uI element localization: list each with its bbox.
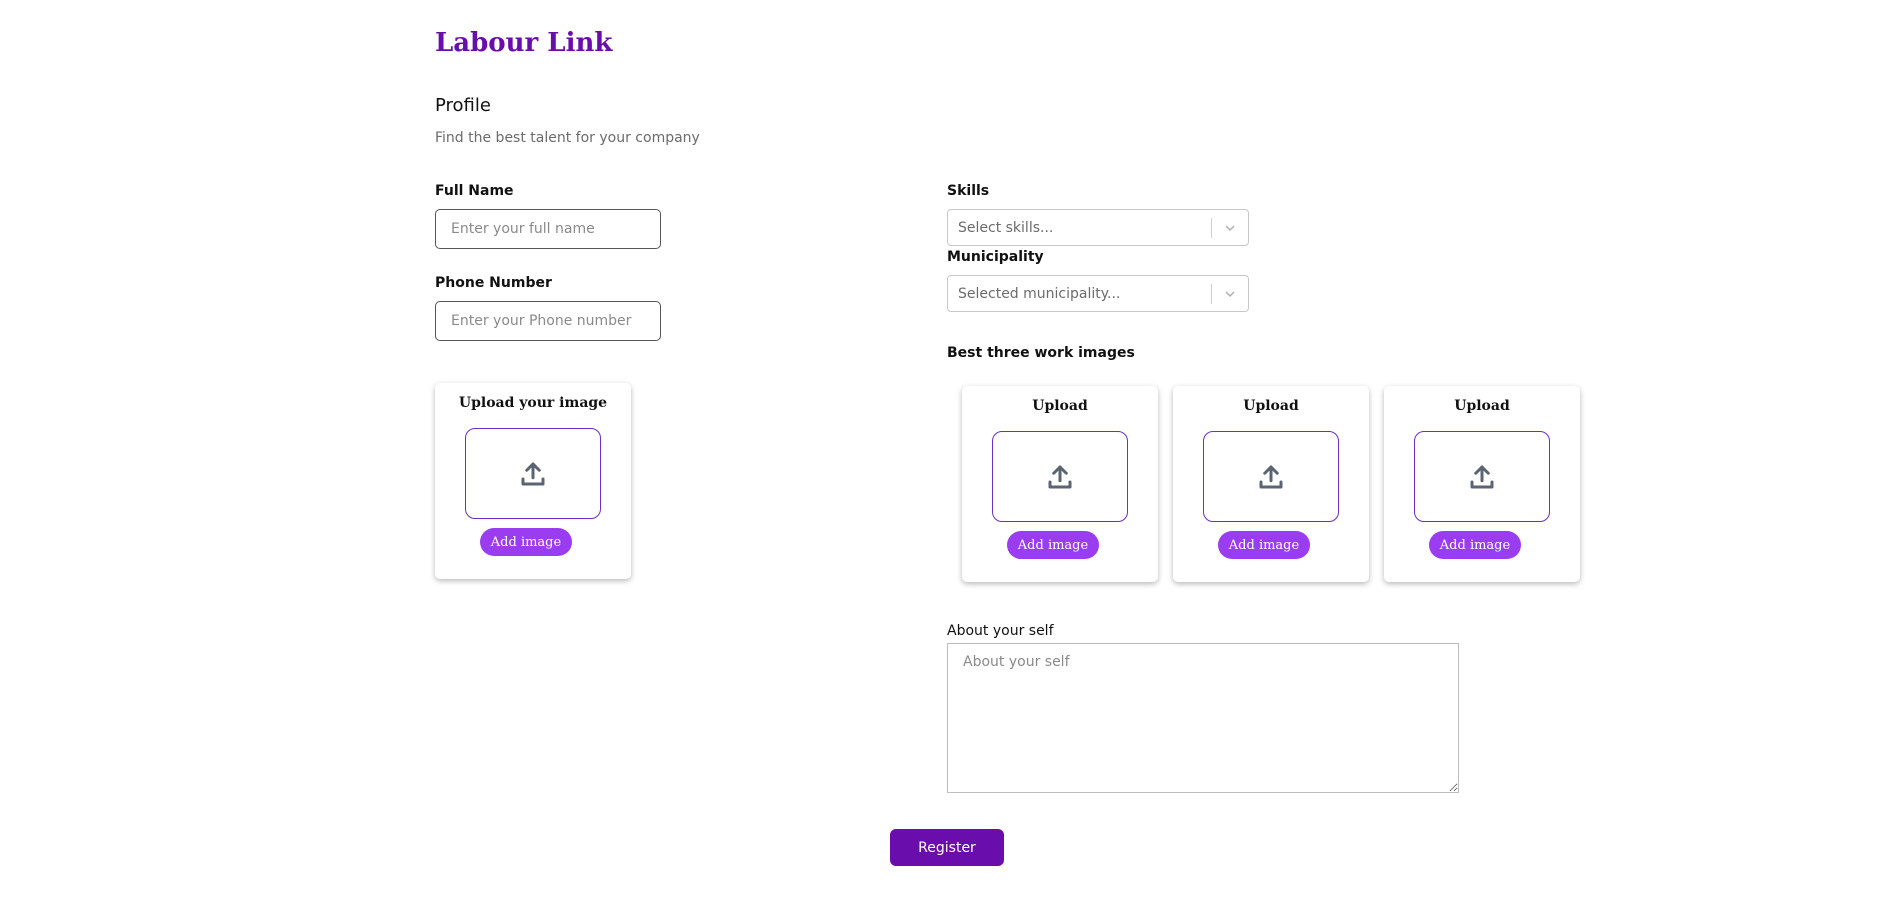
chevron-down-icon[interactable]	[1212, 210, 1248, 245]
profile-add-image-button[interactable]: Add image	[480, 528, 572, 556]
skills-select[interactable]: Select skills...	[947, 209, 1249, 246]
work-image-card: Upload Add image	[962, 386, 1158, 582]
profile-image-card: Upload your image Add image	[435, 383, 631, 579]
upload-icon	[521, 462, 545, 485]
chevron-down-icon[interactable]	[1212, 276, 1248, 311]
register-button[interactable]: Register	[890, 829, 1004, 866]
profile-image-dropzone[interactable]	[465, 428, 601, 519]
municipality-label: Municipality	[947, 249, 1044, 265]
municipality-select[interactable]: Selected municipality...	[947, 275, 1249, 312]
work-image-card: Upload Add image	[1173, 386, 1369, 582]
upload-icon	[1259, 465, 1283, 488]
upload-icon	[1048, 465, 1072, 488]
skills-select-placeholder: Select skills...	[958, 219, 1054, 236]
full-name-label: Full Name	[435, 183, 514, 199]
municipality-select-placeholder: Selected municipality...	[958, 285, 1121, 302]
work-image-title: Upload	[1032, 398, 1088, 414]
skills-label: Skills	[947, 183, 990, 199]
work-image-dropzone[interactable]	[1203, 431, 1339, 522]
brand-logo-text: Labour Link	[435, 28, 613, 58]
about-label: About your self	[947, 623, 1054, 639]
work-image-title: Upload	[1454, 398, 1510, 414]
work-image-dropzone[interactable]	[992, 431, 1128, 522]
work-image-title: Upload	[1243, 398, 1299, 414]
work-add-image-button[interactable]: Add image	[1218, 531, 1310, 559]
profile-image-title: Upload your image	[458, 395, 608, 411]
phone-number-label: Phone Number	[435, 275, 552, 291]
work-add-image-button[interactable]: Add image	[1007, 531, 1099, 559]
page-subtitle: Find the best talent for your company	[435, 130, 700, 146]
work-image-card: Upload Add image	[1384, 386, 1580, 582]
upload-icon	[1470, 465, 1494, 488]
page-title: Profile	[435, 95, 491, 116]
work-image-dropzone[interactable]	[1414, 431, 1550, 522]
full-name-input[interactable]	[435, 209, 661, 249]
work-add-image-button[interactable]: Add image	[1429, 531, 1521, 559]
about-textarea[interactable]	[947, 643, 1459, 793]
work-images-label: Best three work images	[947, 345, 1135, 361]
phone-number-input[interactable]	[435, 301, 661, 341]
